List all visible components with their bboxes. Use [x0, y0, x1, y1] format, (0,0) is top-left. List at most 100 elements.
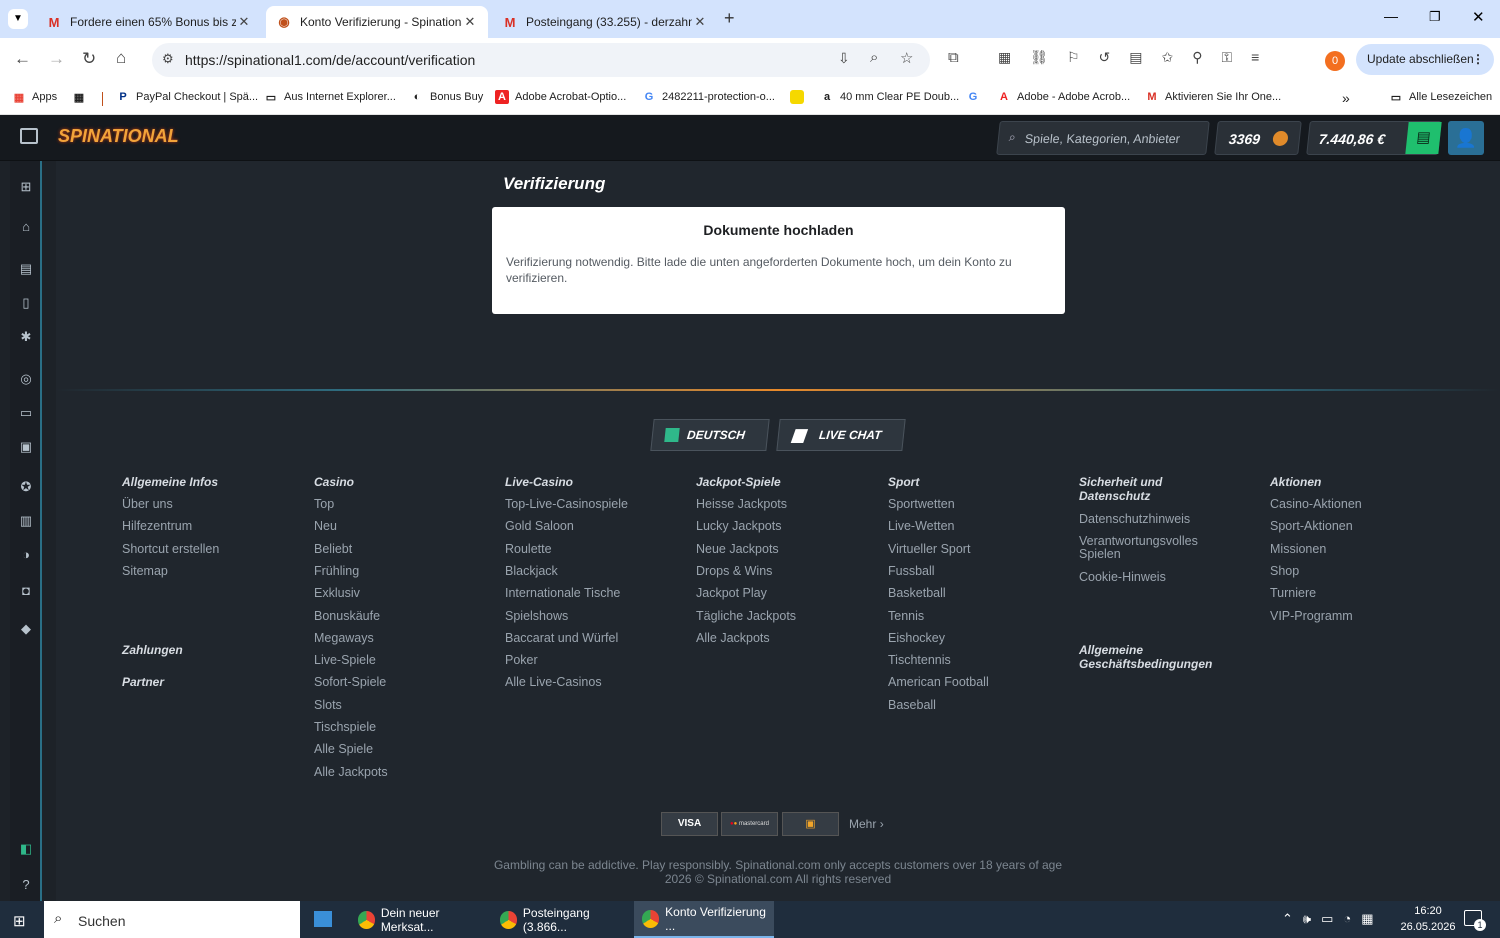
footer-link[interactable]: Sport-Aktionen	[1270, 520, 1420, 533]
footer-link[interactable]: Casino-Aktionen	[1270, 498, 1420, 511]
footer-link[interactable]: Tennis	[888, 609, 1038, 623]
footer-link[interactable]: Turniere	[1270, 587, 1420, 600]
footer-link[interactable]: Roulette	[505, 542, 655, 556]
live-chat-button[interactable]: ▆ LIVE CHAT	[776, 419, 906, 451]
footer-link[interactable]: Jackpot Play	[696, 587, 846, 600]
taskbar-search[interactable]: ⌕ Suchen	[44, 901, 300, 938]
ticket-icon[interactable]: ▣	[10, 439, 42, 455]
footer-link[interactable]: Cookie-Hinweis	[1079, 571, 1229, 584]
footer-link[interactable]: Basketball	[888, 587, 1038, 600]
footer-link[interactable]: Virtueller Sport	[888, 542, 1038, 556]
close-icon[interactable]: ✕	[692, 14, 708, 30]
footer-link[interactable]: Alle Spiele	[314, 743, 464, 756]
footer-link[interactable]: Tischspiele	[314, 721, 464, 734]
footer-link[interactable]: Heisse Jackpots	[696, 498, 846, 511]
footer-link[interactable]: Shortcut erstellen	[122, 542, 272, 556]
footer-link[interactable]: Slots	[314, 698, 464, 712]
payment-mastercard[interactable]: ●● mastercard	[721, 812, 778, 836]
account-icon[interactable]: 👤	[1448, 121, 1484, 155]
close-icon[interactable]: ✕	[236, 14, 252, 30]
footer-link[interactable]: Tägliche Jackpots	[696, 609, 846, 623]
footer-link[interactable]: Frühling	[314, 564, 464, 578]
tab-groups-icon[interactable]: ▦	[72, 90, 92, 104]
footer-link[interactable]: Shop	[1270, 564, 1420, 578]
footer-link[interactable]: Drops & Wins	[696, 564, 846, 578]
all-bookmarks-folder[interactable]: ▭ Alle Lesezeichen	[1389, 90, 1492, 104]
home-icon[interactable]: ⌂	[10, 219, 42, 234]
footer-link[interactable]: Spielshows	[505, 609, 655, 623]
footer-link[interactable]: Live-Spiele	[314, 654, 464, 667]
balance-display[interactable]: 7.440,86 € ▤	[1306, 121, 1442, 155]
address-bar[interactable]: ⚙ https://spinational1.com/de/account/ve…	[152, 43, 930, 77]
puzzle-icon[interactable]: ✱	[10, 329, 42, 345]
restore-button[interactable]: ❐	[1429, 9, 1441, 25]
tab-search-button[interactable]: ▼	[8, 9, 28, 29]
trophy-icon[interactable]: ✪	[10, 479, 42, 495]
reload-icon[interactable]: ↻	[82, 49, 96, 69]
footer-heading-agb[interactable]: Allgemeine Geschäftsbedingungen	[1079, 643, 1239, 671]
browser-tab-2[interactable]: ◉ Konto Verifizierung - Spinational ✕	[266, 6, 488, 38]
footer-link[interactable]: Baseball	[888, 698, 1038, 712]
close-icon[interactable]: ✕	[462, 14, 478, 30]
footer-link[interactable]: Megaways	[314, 631, 464, 645]
footer-link[interactable]: Poker	[505, 654, 655, 667]
update-button[interactable]: Update abschließen ⋮	[1356, 44, 1494, 75]
footer-link[interactable]: Live-Wetten	[888, 520, 1038, 533]
footer-link[interactable]: Über uns	[122, 498, 272, 511]
footer-link[interactable]: Neu	[314, 520, 464, 533]
footer-link[interactable]: Hilfezentrum	[122, 520, 272, 533]
footer-link[interactable]: Baccarat und Würfel	[505, 631, 655, 645]
browser-tab-3[interactable]: M Posteingang (33.255) - derzahnde ✕	[492, 6, 718, 38]
file-explorer-icon[interactable]	[314, 911, 332, 927]
footer-link[interactable]: Alle Jackpots	[314, 765, 464, 779]
url-text[interactable]: https://spinational1.com/de/account/veri…	[185, 52, 475, 68]
tray-icons[interactable]: ⌃🕪▭◔▦	[1282, 911, 1384, 927]
bookmark-paypal[interactable]: P PayPal Checkout | Spä...	[116, 90, 258, 104]
bookmark-amazon[interactable]: a 40 mm Clear PE Doub...	[820, 90, 959, 104]
install-app-icon[interactable]: ⇩	[838, 50, 850, 67]
footer-link[interactable]: Missionen	[1270, 542, 1420, 556]
footer-link[interactable]: Exklusiv	[314, 587, 464, 600]
new-tab-button[interactable]: +	[724, 8, 735, 29]
footer-link[interactable]: Sofort-Spiele	[314, 676, 464, 689]
flag-icon[interactable]: ◧	[10, 841, 42, 857]
footer-link[interactable]: Alle Live-Casinos	[505, 676, 655, 689]
footer-link[interactable]: Bonuskäufe	[314, 609, 464, 623]
bookmark-apps[interactable]: ▦ Apps	[12, 90, 57, 104]
live-icon[interactable]: ▭	[10, 405, 42, 421]
minimize-button[interactable]: —	[1384, 8, 1398, 24]
footer-link[interactable]: American Football	[888, 676, 1038, 689]
footer-link[interactable]: Top	[314, 498, 464, 511]
more-bookmarks-chevron-icon[interactable]: »	[1342, 90, 1350, 106]
footer-link[interactable]: Neue Jackpots	[696, 542, 846, 556]
footer-link[interactable]: Datenschutzhinweis	[1079, 513, 1229, 526]
bookmark-adobe-acrobat[interactable]: A Adobe Acrobat-Optio...	[495, 90, 626, 104]
profile-badge[interactable]: 0	[1325, 51, 1345, 71]
footer-link[interactable]: Alle Jackpots	[696, 631, 846, 645]
payment-visa[interactable]: VISA	[661, 812, 718, 836]
footer-link[interactable]: Sportwetten	[888, 498, 1038, 511]
footer-link[interactable]: Gold Saloon	[505, 520, 655, 533]
shop-bag-icon[interactable]: ◘	[10, 583, 42, 598]
help-icon[interactable]: ?	[10, 877, 42, 892]
footer-link[interactable]: Sitemap	[122, 564, 272, 578]
spin-icon[interactable]: ◑	[10, 547, 42, 562]
football-icon[interactable]: ◎	[10, 371, 42, 387]
footer-link[interactable]: Lucky Jackpots	[696, 520, 846, 533]
footer-heading-partner[interactable]: Partner	[122, 675, 164, 689]
language-button[interactable]: DEUTSCH	[650, 419, 770, 451]
star-icon[interactable]: ☆	[900, 49, 913, 67]
diamond-icon[interactable]: ◆	[10, 621, 42, 637]
footer-link[interactable]: Fussball	[888, 564, 1038, 578]
bookmark-bonus-buy[interactable]: ◐ Bonus Buy	[410, 90, 484, 104]
footer-link[interactable]: Top-Live-Casinospiele	[505, 498, 655, 511]
bookmark-yellow[interactable]	[790, 90, 810, 104]
bookmark-ie-folder[interactable]: ▭ Aus Internet Explorer...	[264, 90, 396, 104]
wallet-icon[interactable]: ▤	[1405, 122, 1442, 154]
window-close-button[interactable]: ✕	[1472, 8, 1485, 26]
footer-link[interactable]: Internationale Tische	[505, 587, 655, 600]
clock-time[interactable]: 16:20	[1408, 905, 1448, 917]
forward-arrow-icon[interactable]: →	[48, 49, 65, 69]
windows-start-icon[interactable]: ⊞	[13, 912, 26, 930]
footer-link[interactable]: Eishockey	[888, 631, 1038, 645]
